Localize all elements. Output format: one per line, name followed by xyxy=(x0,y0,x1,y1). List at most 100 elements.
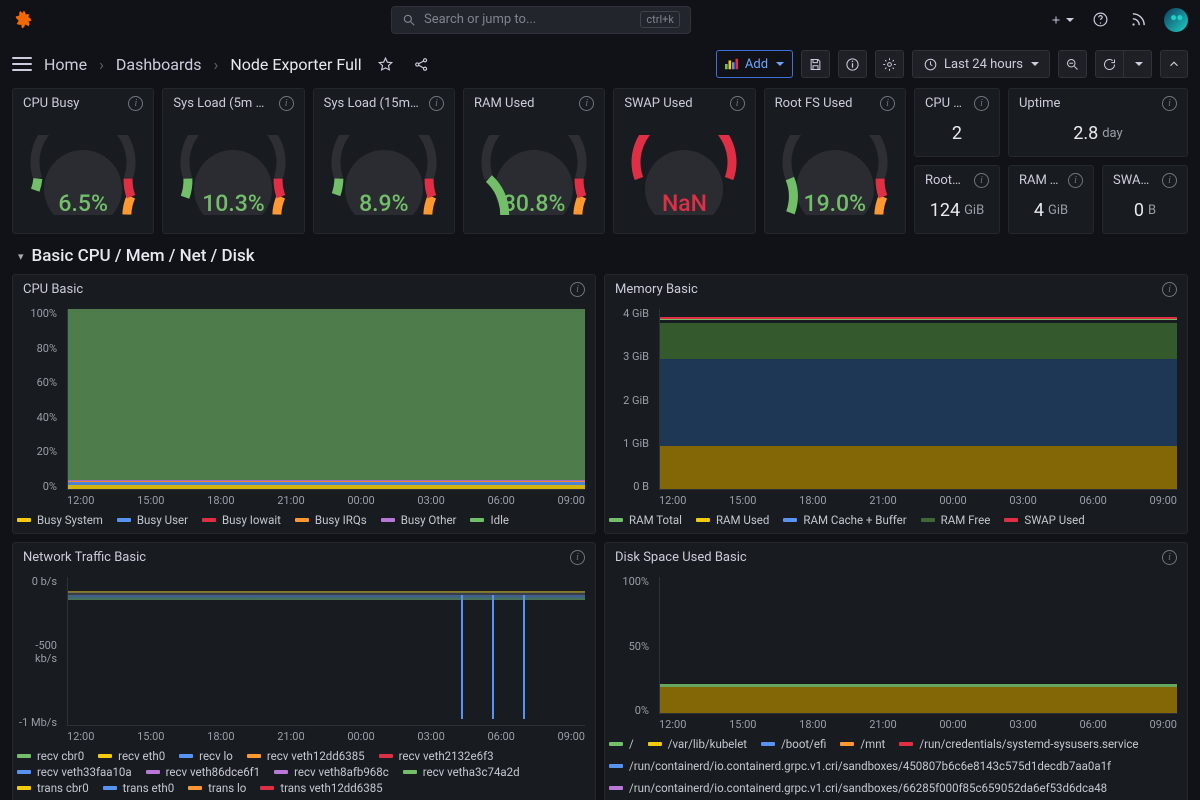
crumb-dashboards[interactable]: Dashboards xyxy=(116,55,202,74)
info-icon[interactable] xyxy=(880,96,895,111)
info-icon[interactable] xyxy=(429,96,444,111)
dashboard-insights-button[interactable] xyxy=(838,50,867,78)
info-icon[interactable] xyxy=(1068,173,1083,188)
legend-item[interactable]: recv veth8afb968c xyxy=(274,765,389,779)
stat-panel[interactable]: Uptime 2.8day xyxy=(1008,88,1188,157)
refresh-interval-picker[interactable] xyxy=(1124,50,1152,78)
info-icon[interactable] xyxy=(1162,173,1177,188)
legend-item[interactable]: Busy IRQs xyxy=(295,513,367,527)
kiosk-button[interactable] xyxy=(1160,50,1188,78)
legend-label: / xyxy=(629,737,634,751)
legend-item[interactable]: Busy Other xyxy=(381,513,457,527)
panel-title: SWAP Total xyxy=(1113,173,1154,188)
global-search[interactable]: Search or jump to... ctrl+k xyxy=(391,6,691,34)
legend-item[interactable]: Busy User xyxy=(117,513,188,527)
share-button[interactable] xyxy=(410,52,434,76)
legend-swatch xyxy=(899,742,913,746)
stat-panel[interactable]: SWAP Total 0B xyxy=(1102,165,1188,234)
gauge-panel[interactable]: SWAP Used NaN xyxy=(613,88,755,234)
section-header[interactable]: ▾ Basic CPU / Mem / Net / Disk xyxy=(0,242,1200,274)
add-menu[interactable] xyxy=(1050,8,1074,32)
legend-item[interactable]: trans veth12dd6385 xyxy=(260,781,382,795)
panel-disk-basic[interactable]: Disk Space Used Basic 100%50%0% 12:0015:… xyxy=(604,542,1188,800)
refresh-button[interactable] xyxy=(1095,50,1124,78)
legend-item[interactable]: Idle xyxy=(470,513,509,527)
legend-item[interactable]: /run/containerd/io.containerd.grpc.v1.cr… xyxy=(609,759,1111,773)
gauge-panel[interactable]: CPU Busy 6.5% xyxy=(12,88,154,234)
save-button[interactable] xyxy=(801,50,830,78)
legend-item[interactable]: / xyxy=(609,737,634,751)
add-panel-button[interactable]: Add xyxy=(716,50,793,78)
x-tick: 18:00 xyxy=(207,494,234,507)
legend-item[interactable]: recv vetha3c74a2d xyxy=(403,765,520,779)
info-icon[interactable] xyxy=(974,173,989,188)
panel-cpu-basic[interactable]: CPU Basic 100%80%60%40%20%0% 12:0015:001… xyxy=(12,274,596,534)
news-button[interactable] xyxy=(1126,8,1150,32)
grafana-logo[interactable] xyxy=(12,8,36,32)
chart-area: 0 b/s-500 kb/s-1 Mb/s 12:0015:0018:0021:… xyxy=(13,571,595,747)
legend-item[interactable]: /run/containerd/io.containerd.grpc.v1.cr… xyxy=(609,781,1107,795)
gauge-panel[interactable]: Sys Load (5m avg) 10.3% xyxy=(162,88,304,234)
legend-item[interactable]: SWAP Used xyxy=(1004,513,1084,527)
info-icon[interactable] xyxy=(570,550,585,565)
legend-item[interactable]: recv veth33faa10a xyxy=(17,765,132,779)
info-icon[interactable] xyxy=(1162,282,1177,297)
panel-memory-basic[interactable]: Memory Basic 4 GiB3 GiB2 GiB1 GiB0 B 12:… xyxy=(604,274,1188,534)
legend-item[interactable]: RAM Total xyxy=(609,513,682,527)
legend-item[interactable]: recv lo xyxy=(179,749,233,763)
help-button[interactable] xyxy=(1088,8,1112,32)
navbar-right: Add Last 24 hours xyxy=(716,50,1188,78)
legend-item[interactable]: Busy System xyxy=(17,513,103,527)
crumb-title[interactable]: Node Exporter Full xyxy=(230,55,361,74)
favorite-button[interactable] xyxy=(374,52,398,76)
legend-item[interactable]: trans eth0 xyxy=(103,781,175,795)
crumb-home[interactable]: Home xyxy=(44,55,87,74)
legend-item[interactable]: recv veth86dce6f1 xyxy=(146,765,260,779)
panel-network-basic[interactable]: Network Traffic Basic 0 b/s-500 kb/s-1 M… xyxy=(12,542,596,800)
legend-item[interactable]: /boot/efi xyxy=(761,737,826,751)
stat-unit: day xyxy=(1102,126,1122,141)
legend-item[interactable]: RAM Cache + Buffer xyxy=(783,513,906,527)
panel-title: Network Traffic Basic xyxy=(23,550,562,565)
info-icon[interactable] xyxy=(730,96,745,111)
zoom-out-button[interactable] xyxy=(1058,50,1087,78)
dashboard-settings-button[interactable] xyxy=(875,50,904,78)
legend-item[interactable]: RAM Free xyxy=(921,513,991,527)
info-icon[interactable] xyxy=(570,282,585,297)
legend-item[interactable]: /var/lib/kubelet xyxy=(648,737,747,751)
legend-item[interactable]: /mnt xyxy=(840,737,885,751)
legend-item[interactable]: trans cbr0 xyxy=(17,781,89,795)
legend-item[interactable]: recv eth0 xyxy=(98,749,165,763)
gauge-panel[interactable]: Sys Load (15m avg) 8.9% xyxy=(313,88,455,234)
legend-item[interactable]: /run/credentials/systemd-sysusers.servic… xyxy=(899,737,1138,751)
info-icon[interactable] xyxy=(128,96,143,111)
menu-toggle[interactable] xyxy=(12,57,32,71)
time-range-picker[interactable]: Last 24 hours xyxy=(912,50,1050,78)
legend-swatch xyxy=(117,518,131,522)
zoom-out-icon xyxy=(1065,57,1080,72)
info-icon[interactable] xyxy=(1162,96,1177,111)
legend-item[interactable]: RAM Used xyxy=(696,513,769,527)
legend-item[interactable]: trans lo xyxy=(188,781,246,795)
info-icon[interactable] xyxy=(1162,550,1177,565)
panel-title: CPU Basic xyxy=(23,282,562,297)
y-tick: 0 B xyxy=(633,480,649,493)
gauge-panel[interactable]: Root FS Used 19.0% xyxy=(764,88,906,234)
legend-label: RAM Free xyxy=(941,513,991,527)
legend-label: /run/containerd/io.containerd.grpc.v1.cr… xyxy=(629,781,1107,795)
info-icon[interactable] xyxy=(579,96,594,111)
stat-panel[interactable]: CPU Cores 2 xyxy=(914,88,1000,157)
stat-panel[interactable]: RAM Total 4GiB xyxy=(1008,165,1094,234)
legend-item[interactable]: recv veth12dd6385 xyxy=(247,749,365,763)
x-tick: 06:00 xyxy=(487,730,514,743)
user-avatar[interactable] xyxy=(1164,8,1188,32)
stat-panel[interactable]: RootFS Total 124GiB xyxy=(914,165,1000,234)
info-icon[interactable] xyxy=(974,96,989,111)
x-tick: 18:00 xyxy=(799,494,826,507)
legend-item[interactable]: recv veth2132e6f3 xyxy=(379,749,494,763)
info-icon[interactable] xyxy=(279,96,294,111)
legend-label: recv eth0 xyxy=(118,749,165,763)
legend-item[interactable]: Busy Iowait xyxy=(202,513,281,527)
legend-item[interactable]: recv cbr0 xyxy=(17,749,84,763)
gauge-panel[interactable]: RAM Used 30.8% xyxy=(463,88,605,234)
